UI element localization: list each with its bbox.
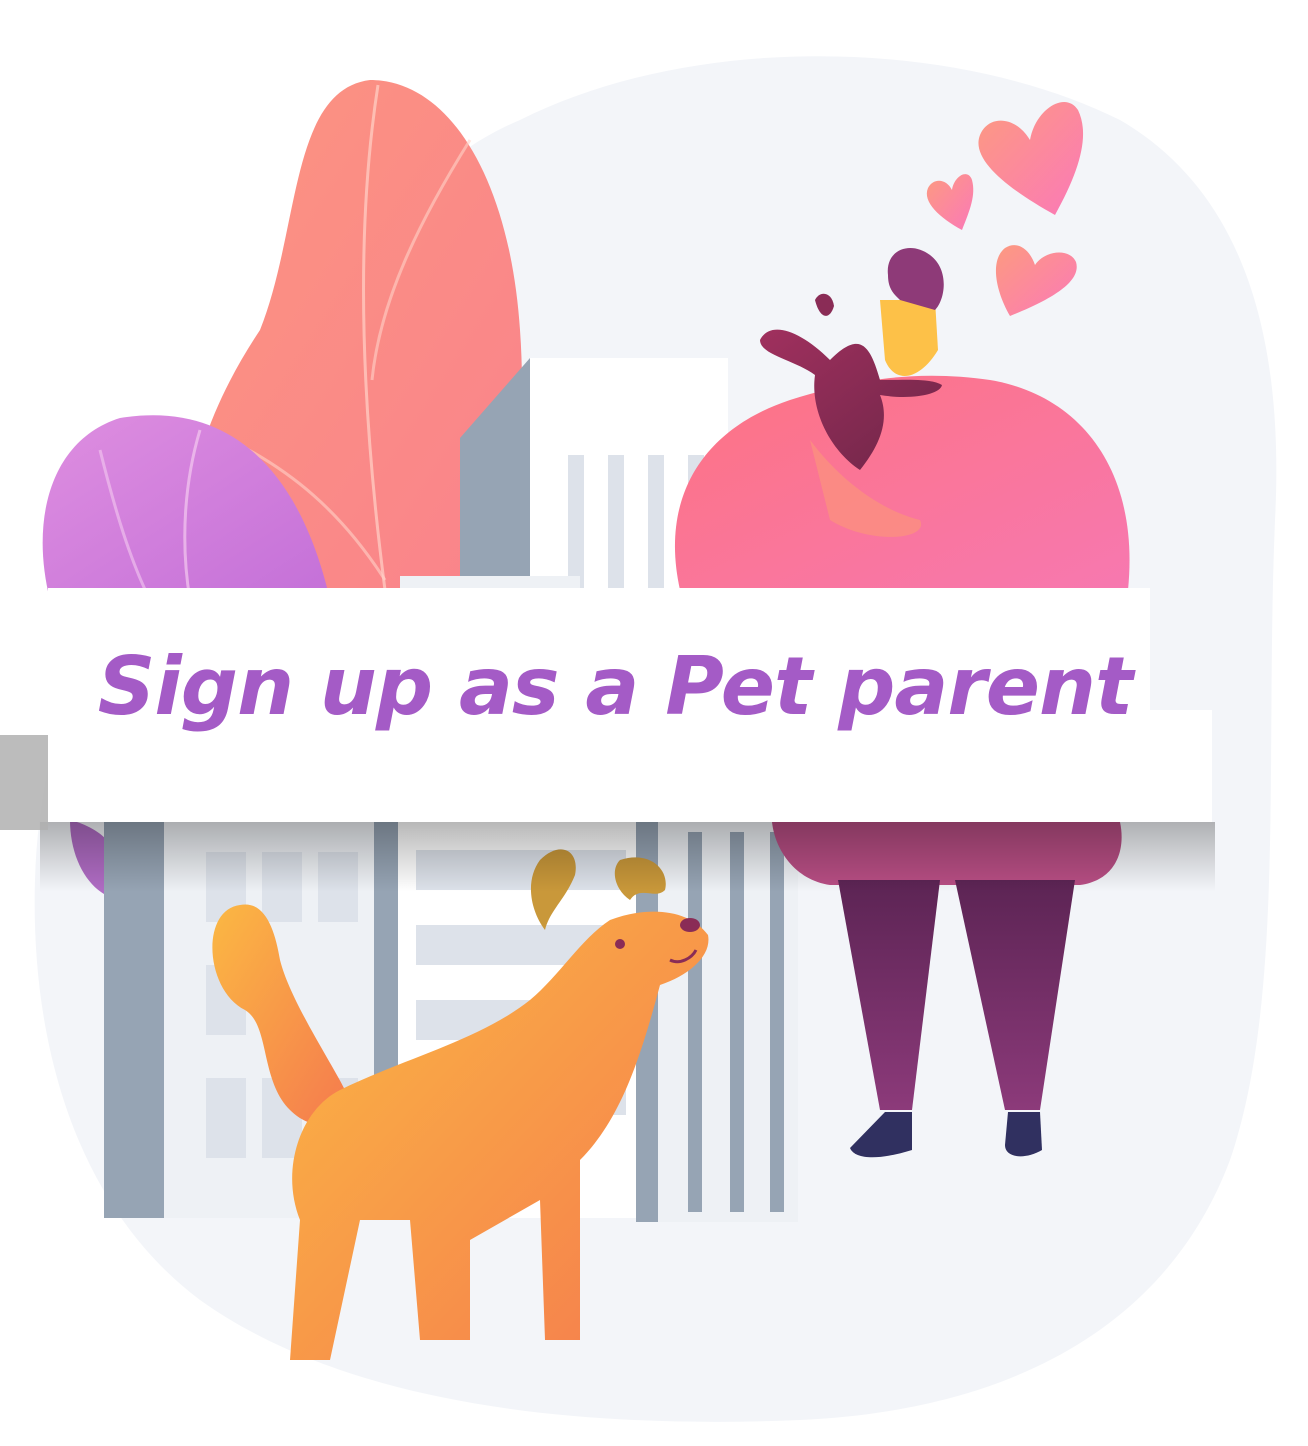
signup-title[interactable]: Sign up as a Pet parent [95,632,1135,742]
signup-banner[interactable]: Sign up as a Pet parent [0,0,1308,1446]
